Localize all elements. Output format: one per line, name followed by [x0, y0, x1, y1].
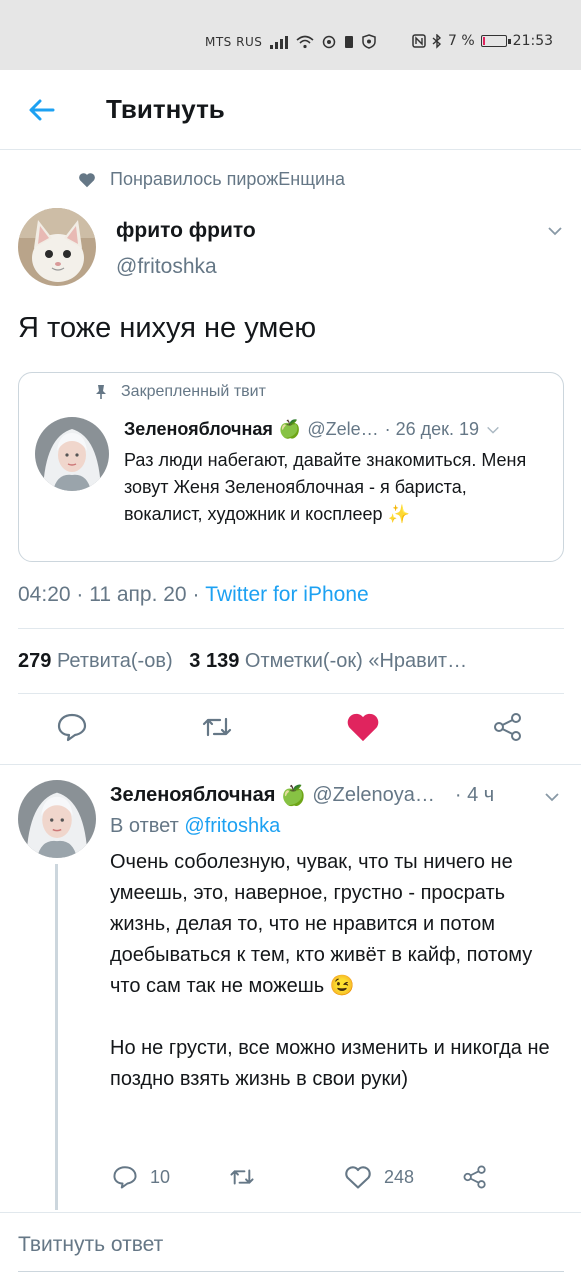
quoted-tweet-text: Раз люди набегают, давайте знакомиться. … — [124, 450, 527, 524]
retweet-button[interactable] — [200, 711, 234, 743]
reply-icon — [113, 1166, 137, 1189]
heart-outline-icon — [345, 1166, 371, 1189]
like-button[interactable] — [346, 711, 380, 743]
retweets-count[interactable]: 279 — [18, 650, 51, 672]
share-button[interactable] — [492, 711, 524, 743]
retweets-label[interactable]: Ретвита(-ов) — [57, 650, 173, 672]
quoted-tweet-header: Зеленояблочная 🍏 @Zele… · 26 дек. 19 — [124, 419, 501, 440]
tweet-text: Я тоже нихуя не умею — [18, 312, 317, 344]
pin-icon — [96, 385, 106, 399]
battery-fill — [482, 37, 485, 45]
nfc-icon — [323, 35, 336, 48]
reply-header: Зеленояблочная 🍏 @Zelenoya… · 4 ч — [110, 783, 494, 808]
thread-line — [55, 864, 58, 1210]
heart-filled-icon — [347, 713, 379, 742]
nfc-n-icon — [412, 34, 426, 48]
cat-avatar-image — [18, 208, 96, 286]
reply-button[interactable] — [56, 711, 88, 743]
shield-icon — [362, 34, 377, 49]
green-apple-emoji: 🍏 — [281, 785, 307, 807]
tweet-source-link[interactable]: Twitter for iPhone — [205, 583, 368, 606]
reply-time: · 4 ч — [454, 784, 495, 806]
quoted-handle[interactable]: @Zele… — [307, 419, 378, 440]
share-icon — [463, 1165, 486, 1189]
app-header: Твитнуть — [0, 70, 581, 150]
share-button[interactable] — [462, 1164, 488, 1190]
likes-label[interactable]: Отметки(-ок) «Нравит… — [245, 650, 467, 672]
tweet-meta: 04:20 · 11 апр. 20 · Twitter for iPhone — [18, 583, 369, 607]
profile-photo — [35, 417, 109, 491]
reply-paragraph: Но не грусти, все можно изменить и никог… — [110, 1037, 550, 1090]
pinned-text: Закрепленный твит — [121, 383, 266, 400]
sim-icon — [345, 35, 354, 48]
avatar[interactable] — [35, 417, 109, 491]
profile-photo — [18, 780, 96, 858]
status-right: 7 % 21:53 — [412, 33, 553, 49]
divider — [0, 764, 581, 765]
bluetooth-icon — [432, 33, 442, 49]
status-bar: MTS RUS 7 % 21:53 — [0, 0, 581, 70]
status-left: MTS RUS — [205, 34, 377, 49]
reply-to-prefix: В ответ — [110, 815, 185, 837]
retweet-icon — [202, 717, 232, 737]
reply-paragraph: Очень соболезную, чувак, что ты ничего н… — [110, 851, 533, 997]
author-name[interactable]: фрито фрито — [116, 219, 256, 243]
page-title: Твитнуть — [106, 94, 225, 124]
liked-by-text[interactable]: Понравилось пирожЕнщина — [110, 169, 345, 190]
divider — [18, 628, 564, 629]
likes-count[interactable]: 3 139 — [189, 650, 239, 672]
like-button[interactable]: 248 — [344, 1164, 414, 1190]
battery-icon — [480, 35, 511, 47]
reply-button[interactable]: 10 — [112, 1164, 170, 1190]
retweet-button[interactable] — [228, 1164, 256, 1190]
wifi-icon — [296, 35, 314, 48]
reply-count: 10 — [150, 1166, 171, 1187]
reply-handle[interactable]: @Zelenoya… — [312, 784, 435, 807]
reply-to-line: В ответ @fritoshka — [110, 815, 280, 838]
quoted-author-name[interactable]: Зеленояблочная — [124, 419, 273, 440]
social-context: Понравилось пирожЕнщина — [78, 169, 345, 190]
quoted-date: · 26 дек. 19 — [384, 419, 480, 439]
chevron-down-icon[interactable] — [543, 788, 561, 806]
reply-to-handle[interactable]: @fritoshka — [184, 815, 280, 837]
like-count: 248 — [384, 1166, 415, 1187]
tweet-timestamp: 04:20 · 11 апр. 20 · — [18, 583, 206, 606]
reply-compose-input[interactable]: Твитнуть ответ — [18, 1233, 163, 1257]
divider — [18, 1271, 564, 1272]
signal-icon — [270, 35, 289, 49]
avatar[interactable] — [18, 780, 96, 858]
reply-text: Очень соболезную, чувак, что ты ничего н… — [110, 847, 565, 1126]
avatar[interactable] — [18, 208, 96, 286]
chevron-down-icon[interactable] — [485, 422, 501, 438]
tweet-stats: 279 Ретвита(-ов) 3 139 Отметки(-ок) «Нра… — [18, 650, 467, 673]
chevron-down-icon[interactable] — [546, 222, 564, 240]
battery-percent: 7 % — [448, 33, 475, 49]
author-handle[interactable]: @fritoshka — [116, 255, 217, 279]
divider — [0, 1212, 581, 1213]
clock: 21:53 — [512, 33, 554, 49]
share-icon — [494, 713, 521, 741]
retweet-icon — [230, 1169, 254, 1185]
quoted-tweet[interactable]: Закрепленный твит Зеленояблочная 🍏 @Zele… — [18, 372, 564, 562]
pinned-label: Закрепленный твит — [95, 383, 266, 401]
carrier-label: MTS RUS — [205, 34, 263, 49]
back-arrow-icon[interactable] — [26, 94, 58, 126]
divider — [18, 693, 564, 694]
reply-icon — [57, 713, 87, 742]
reply-author-name[interactable]: Зеленояблочная — [110, 784, 275, 807]
green-apple-emoji: 🍏 — [278, 419, 302, 439]
heart-icon — [79, 172, 95, 187]
